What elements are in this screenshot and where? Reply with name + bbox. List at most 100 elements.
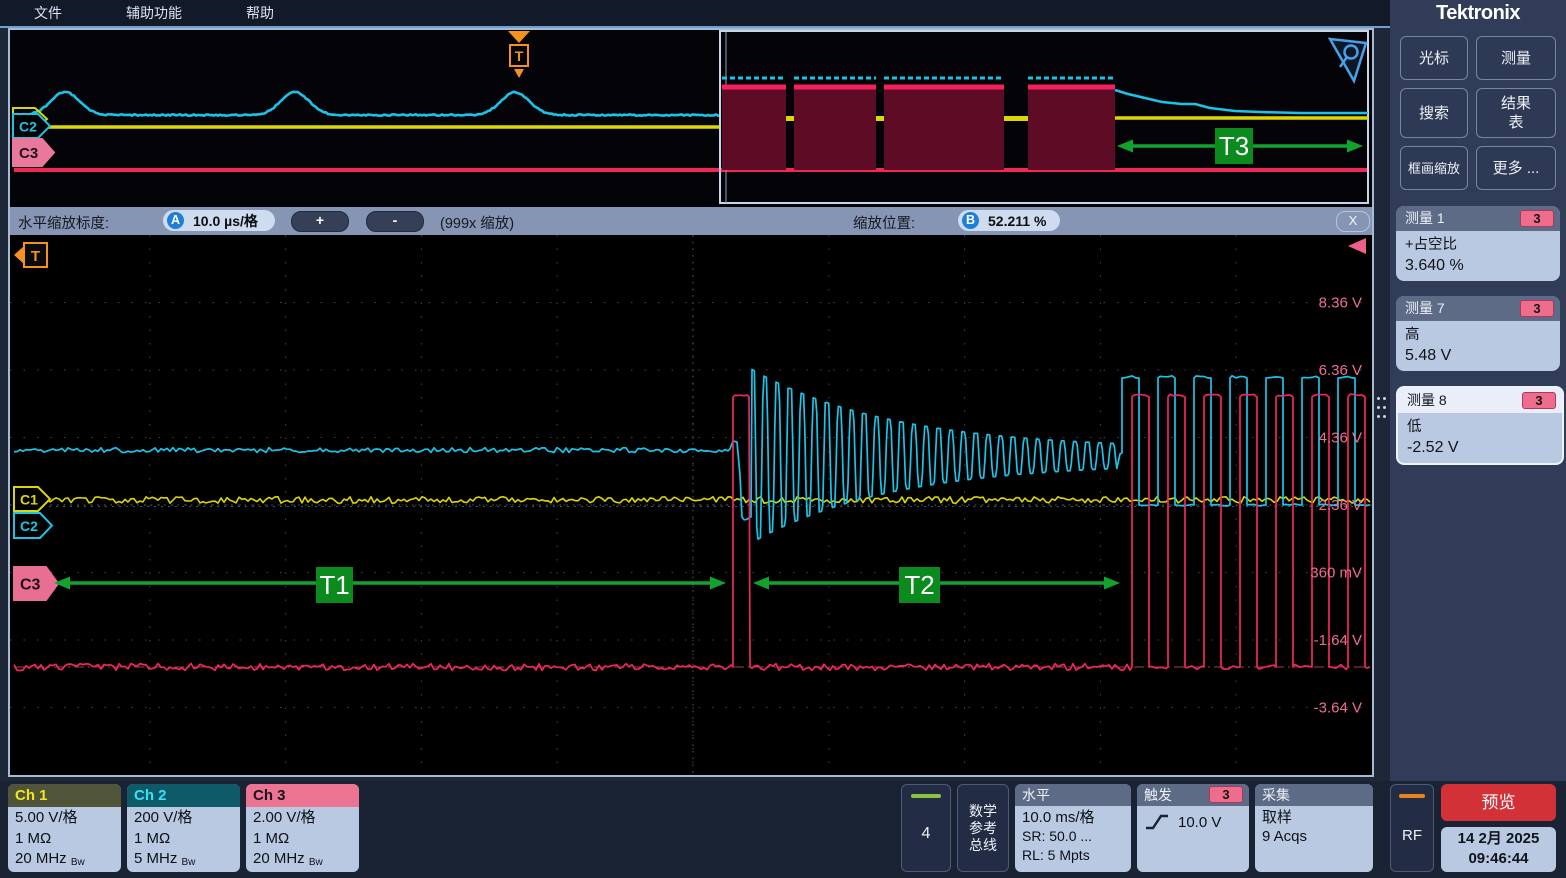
zoom-scale-value: 10.0 µs/格 xyxy=(193,211,258,231)
svg-text:C3: C3 xyxy=(19,145,38,162)
panel-splitter-handle[interactable] xyxy=(1377,397,1389,423)
rf-button[interactable]: RF xyxy=(1390,784,1434,872)
zoom-overview-icon[interactable] xyxy=(1327,36,1369,84)
rising-edge-icon xyxy=(1144,812,1170,832)
axis-labels: 8.36 V6.36 V4.36 V2.36 V360 mV-1.64 V-3.… xyxy=(1310,295,1362,717)
waveform-overview[interactable]: C2C3 T T3 xyxy=(10,30,1372,207)
preview-button[interactable]: 预览 xyxy=(1441,784,1556,821)
source-badge: 3 xyxy=(1520,210,1554,227)
measure-button[interactable]: 测量 xyxy=(1476,36,1556,80)
ch2-scale: 200 V/格 xyxy=(134,808,233,829)
ch1-position-tag[interactable]: C1 xyxy=(14,487,50,511)
measurement-value: 5.48 V xyxy=(1405,345,1551,367)
channel-badge-ch3[interactable]: Ch 3 2.00 V/格 1 MΩ 20 MHz Bw xyxy=(246,784,359,872)
measurement-title: 测量 1 xyxy=(1405,210,1445,226)
overview-ch2-trace[interactable] xyxy=(14,92,720,116)
overview-waveforms: C2 C3 xyxy=(10,30,1372,207)
t1-annotation-label: T1 xyxy=(316,567,353,603)
trigger-level-clamp-icon[interactable] xyxy=(1348,238,1366,254)
axis-label: -1.64 V xyxy=(1314,632,1362,649)
channel-badge-ch2[interactable]: Ch 2 200 V/格 1 MΩ 5 MHz Bw xyxy=(127,784,240,872)
date-time: 14 2月 2025 09:46:44 xyxy=(1441,827,1556,872)
sample-rate: SR: 50.0 ... xyxy=(1022,827,1124,846)
ch1-bandwidth: 20 MHz Bw xyxy=(15,849,114,872)
right-sidebar: Tektronix 光标 测量 搜索 结果表 框画缩放 更多 ... 测量 1 … xyxy=(1390,0,1566,781)
measurement-name: +占空比 xyxy=(1405,235,1551,255)
more-button[interactable]: 更多 ... xyxy=(1476,146,1556,190)
menu-utility[interactable]: 辅助功能 xyxy=(126,3,182,23)
zoom-out-button[interactable]: - xyxy=(366,211,424,232)
axis-label: 360 mV xyxy=(1310,565,1362,582)
add-channel-4-button[interactable]: 4 xyxy=(901,784,951,872)
rf-label: RF xyxy=(1391,827,1433,844)
ch2-header: Ch 2 xyxy=(127,784,240,807)
ch3-impedance: 1 MΩ xyxy=(253,829,352,850)
trigger-position-icon[interactable]: T xyxy=(507,30,531,80)
ch1-scale: 5.00 V/格 xyxy=(15,808,114,829)
ch2-bandwidth: 5 MHz Bw xyxy=(134,849,233,872)
zoom-scale-knob[interactable]: A 10.0 µs/格 xyxy=(163,210,275,231)
trigger-title: 触发 xyxy=(1144,787,1172,803)
draw-a-box-button[interactable]: 框画缩放 xyxy=(1400,146,1468,190)
menu-help[interactable]: 帮助 xyxy=(246,3,274,23)
waveform-display[interactable]: 8.36 V6.36 V4.36 V2.36 V360 mV-1.64 V-3.… xyxy=(10,235,1372,775)
trigger-source-badge: 3 xyxy=(1209,786,1243,803)
zoom-position-label: 缩放位置: xyxy=(853,212,915,233)
ch3-bandwidth: 20 MHz Bw xyxy=(253,849,352,872)
ch3-position-tag[interactable]: C3 xyxy=(14,567,58,600)
tektronix-logo: Tektronix xyxy=(1390,2,1566,28)
acquisition-count: 9 Acqs xyxy=(1262,827,1366,846)
measurement-card-1[interactable]: 测量 1 3 +占空比 3.640 % xyxy=(1396,206,1560,281)
ch3-scale: 2.00 V/格 xyxy=(253,808,352,829)
zoom-factor-label: (999x 缩放) xyxy=(440,212,514,233)
ch1-header: Ch 1 xyxy=(8,784,121,807)
axis-label: 6.36 V xyxy=(1319,362,1362,379)
measurement-value: -2.52 V xyxy=(1407,437,1553,459)
ch1-waveform[interactable] xyxy=(14,497,1370,503)
overview-ch3-tag[interactable]: C3 xyxy=(13,139,54,166)
measurement-title: 测量 8 xyxy=(1407,392,1447,408)
horizontal-title: 水平 xyxy=(1015,784,1131,806)
search-button[interactable]: 搜索 xyxy=(1400,88,1468,138)
measurement-card-8[interactable]: 测量 8 3 低 -2.52 V xyxy=(1396,386,1564,465)
axis-label: -3.64 V xyxy=(1314,700,1362,717)
svg-text:C1: C1 xyxy=(20,491,38,507)
acquisition-panel[interactable]: 采集 取样 9 Acqs xyxy=(1255,784,1373,872)
zoom-scale-bar: 水平缩放标度: A 10.0 µs/格 + - (999x 缩放) 缩放位置: … xyxy=(10,207,1372,235)
knob-a-icon: A xyxy=(167,212,184,229)
oscilloscope-screen: 文件 辅助功能 帮助 C2C3 T T3 水平缩放标度: xyxy=(0,0,1566,878)
ch3-waveform[interactable] xyxy=(14,394,1370,670)
horizontal-scale: 10.0 ms/格 xyxy=(1022,808,1124,827)
measurement-name: 高 xyxy=(1405,325,1551,345)
measurement-title: 测量 7 xyxy=(1405,300,1445,316)
trigger-time-marker[interactable]: T xyxy=(14,243,47,267)
channel-badge-ch1[interactable]: Ch 1 5.00 V/格 1 MΩ 20 MHz Bw xyxy=(8,784,121,872)
trigger-arrow-icon xyxy=(508,31,530,43)
trigger-letter: T xyxy=(515,48,524,64)
display-frame: C2C3 T T3 水平缩放标度: A 10.0 µs/格 + - xyxy=(8,28,1374,777)
overview-ch2-decay[interactable] xyxy=(1115,90,1368,113)
t2-annotation-label: T2 xyxy=(899,567,940,603)
zoom-in-button[interactable]: + xyxy=(291,211,349,232)
measurement-value: 3.640 % xyxy=(1405,255,1551,277)
acquisition-mode: 取样 xyxy=(1262,808,1366,827)
measurement-card-7[interactable]: 测量 7 3 高 5.48 V xyxy=(1396,296,1560,371)
math-ref-bus-button[interactable]: 数学 参考 总线 xyxy=(957,784,1009,872)
svg-text:C2: C2 xyxy=(19,118,37,134)
zoom-close-button[interactable]: X xyxy=(1336,211,1370,232)
svg-text:C3: C3 xyxy=(20,577,41,594)
ch2-waveform[interactable] xyxy=(14,370,1370,540)
horizontal-panel[interactable]: 水平 10.0 ms/格 SR: 50.0 ... RL: 5 Mpts xyxy=(1015,784,1131,872)
svg-text:T: T xyxy=(31,248,40,265)
rf-color-line xyxy=(1399,794,1425,798)
results-table-button[interactable]: 结果表 xyxy=(1476,88,1556,138)
trigger-level: 10.0 V xyxy=(1178,813,1221,832)
menu-file[interactable]: 文件 xyxy=(34,3,62,23)
trigger-panel[interactable]: 触发 3 10.0 V xyxy=(1137,784,1249,872)
zoom-position-knob[interactable]: B 52.211 % xyxy=(958,210,1060,231)
axis-label: 8.36 V xyxy=(1319,295,1362,312)
time: 09:46:44 xyxy=(1441,849,1556,869)
ch2-position-tag[interactable]: C2 xyxy=(14,513,52,538)
menu-bar: 文件 辅助功能 帮助 xyxy=(0,0,1390,26)
cursors-button[interactable]: 光标 xyxy=(1400,36,1468,80)
